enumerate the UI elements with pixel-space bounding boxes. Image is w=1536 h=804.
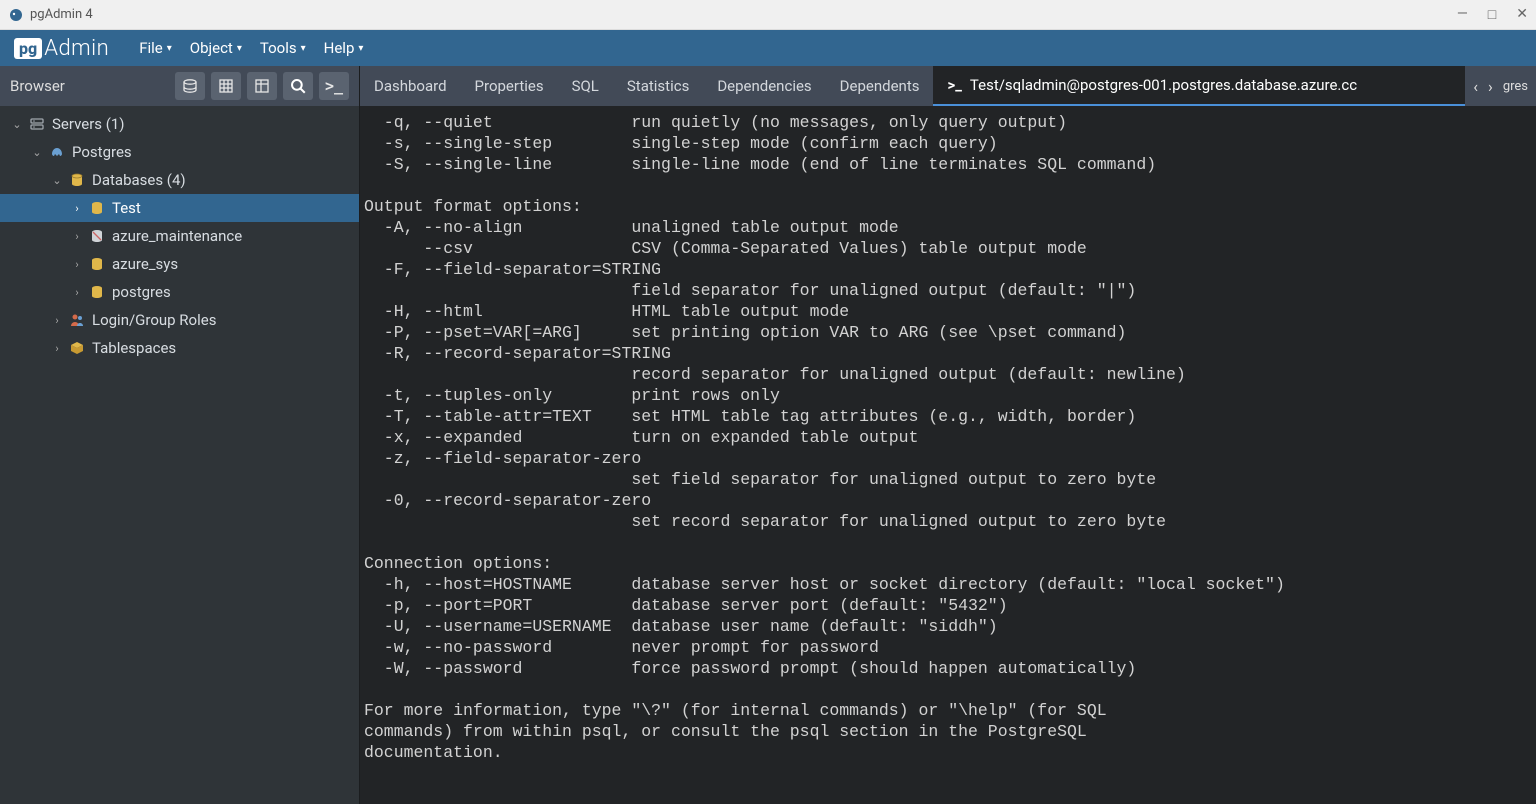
logo-box: pg <box>14 38 42 59</box>
tree-db-test-label: Test <box>112 199 141 217</box>
minimize-button[interactable]: — <box>1457 6 1468 23</box>
tab-dependents[interactable]: Dependents <box>826 66 934 106</box>
menu-tools-label: Tools <box>260 39 297 57</box>
tab-next-icon[interactable]: › <box>1488 77 1493 96</box>
tree: ⌄ Servers (1) ⌄ Postgres ⌄ Databases (4) <box>0 106 359 804</box>
collapse-icon[interactable]: ⌄ <box>10 118 24 131</box>
expand-icon[interactable]: › <box>70 230 84 243</box>
expand-icon[interactable]: › <box>70 258 84 271</box>
tab-dependents-label: Dependents <box>840 77 920 95</box>
tree-db-azure-maintenance[interactable]: › azure_maintenance <box>0 222 359 250</box>
tab-prev-icon[interactable]: ‹ <box>1473 77 1478 96</box>
menu-help[interactable]: Help▾ <box>324 39 364 57</box>
window-controls: — □ ✕ <box>1457 6 1528 23</box>
expand-icon[interactable]: › <box>70 202 84 215</box>
menu-tools[interactable]: Tools ▾ <box>260 39 306 57</box>
menu-file-label: File <box>139 39 163 57</box>
tree-db-azure-maintenance-label: azure_maintenance <box>112 227 242 245</box>
chevron-down-icon: ▾ <box>358 43 363 54</box>
expand-icon[interactable]: › <box>50 314 64 327</box>
tree-servers[interactable]: ⌄ Servers (1) <box>0 110 359 138</box>
expand-icon[interactable]: › <box>50 342 64 355</box>
app-icon <box>8 7 24 23</box>
tab-dependencies-label: Dependencies <box>717 77 811 95</box>
close-button[interactable]: ✕ <box>1516 6 1528 23</box>
tool-filter-icon[interactable] <box>247 72 277 100</box>
tool-terminal-icon[interactable]: >_ <box>319 72 349 100</box>
tree-tablespaces[interactable]: › Tablespaces <box>0 334 359 362</box>
tab-sql[interactable]: SQL <box>558 66 613 106</box>
tree-db-azure-sys-label: azure_sys <box>112 255 178 273</box>
menu-object[interactable]: Object ▾ <box>190 39 242 57</box>
menus: File▾ Object▾ Tools▾ Help▾ <box>139 39 363 57</box>
tree-postgres-label: Postgres <box>72 143 132 161</box>
tree-tablespaces-label: Tablespaces <box>92 339 176 357</box>
tree-servers-label: Servers (1) <box>52 115 125 133</box>
database-icon <box>88 255 106 273</box>
tab-sql-label: SQL <box>572 77 599 95</box>
tree-db-azure-sys[interactable]: › azure_sys <box>0 250 359 278</box>
tab-nav: ‹ › gres <box>1465 66 1536 106</box>
tool-servers-icon[interactable] <box>175 72 205 100</box>
tab-dashboard-label: Dashboard <box>374 77 447 95</box>
elephant-icon <box>48 143 66 161</box>
sidebar: Browser >_ ⌄ <box>0 66 360 804</box>
tool-search-icon[interactable] <box>283 72 313 100</box>
tree-db-test[interactable]: › Test <box>0 194 359 222</box>
chevron-down-icon: ▾ <box>167 43 172 54</box>
collapse-icon[interactable]: ⌄ <box>50 174 64 187</box>
tabbar: Dashboard Properties SQL Statistics Depe… <box>360 66 1536 106</box>
browser-label: Browser <box>10 77 65 95</box>
app-body: Browser >_ ⌄ <box>0 66 1536 804</box>
chevron-down-icon: ▾ <box>237 43 242 54</box>
tab-properties-label: Properties <box>475 77 544 95</box>
tab-statistics[interactable]: Statistics <box>613 66 703 106</box>
tab-terminal-label: Test/sqladmin@postgres-001.postgres.data… <box>970 76 1357 94</box>
menu-object-label: Object <box>190 39 233 57</box>
tab-terminal[interactable]: >_ Test/sqladmin@postgres-001.postgres.d… <box>933 66 1465 106</box>
window-title: pgAdmin 4 <box>30 7 1457 22</box>
server-icon <box>28 115 46 133</box>
terminal-output: -q, --quiet run quietly (no messages, on… <box>360 112 1536 763</box>
roles-icon <box>68 311 86 329</box>
database-icon <box>88 199 106 217</box>
tab-statistics-label: Statistics <box>627 77 689 95</box>
tablespaces-icon <box>68 339 86 357</box>
database-icon <box>88 227 106 245</box>
tab-properties[interactable]: Properties <box>461 66 558 106</box>
content: Dashboard Properties SQL Statistics Depe… <box>360 66 1536 804</box>
tree-databases-label: Databases (4) <box>92 171 186 189</box>
tree-login-roles[interactable]: › Login/Group Roles <box>0 306 359 334</box>
logo: pg Admin <box>0 30 123 66</box>
tree-databases[interactable]: ⌄ Databases (4) <box>0 166 359 194</box>
window-titlebar: pgAdmin 4 — □ ✕ <box>0 0 1536 30</box>
tab-extra-label: gres <box>1503 79 1528 94</box>
tool-grid-icon[interactable] <box>211 72 241 100</box>
database-icon <box>88 283 106 301</box>
maximize-button[interactable]: □ <box>1488 6 1496 23</box>
tree-login-roles-label: Login/Group Roles <box>92 311 216 329</box>
tab-dashboard[interactable]: Dashboard <box>360 66 461 106</box>
tree-db-postgres[interactable]: › postgres <box>0 278 359 306</box>
browser-tools: >_ <box>175 72 349 100</box>
menu-help-label: Help <box>324 39 355 57</box>
collapse-icon[interactable]: ⌄ <box>30 146 44 159</box>
terminal-icon: >_ <box>947 76 961 94</box>
browser-header: Browser >_ <box>0 66 359 106</box>
tree-db-postgres-label: postgres <box>112 283 171 301</box>
databases-icon <box>68 171 86 189</box>
tree-postgres-server[interactable]: ⌄ Postgres <box>0 138 359 166</box>
menu-file[interactable]: File ▾ <box>139 39 172 57</box>
chevron-down-icon: ▾ <box>301 43 306 54</box>
tab-dependencies[interactable]: Dependencies <box>703 66 825 106</box>
menubar: pg Admin File▾ Object▾ Tools▾ Help▾ <box>0 30 1536 66</box>
expand-icon[interactable]: › <box>70 286 84 299</box>
logo-text: Admin <box>44 36 109 61</box>
terminal-area[interactable]: -q, --quiet run quietly (no messages, on… <box>360 106 1536 804</box>
